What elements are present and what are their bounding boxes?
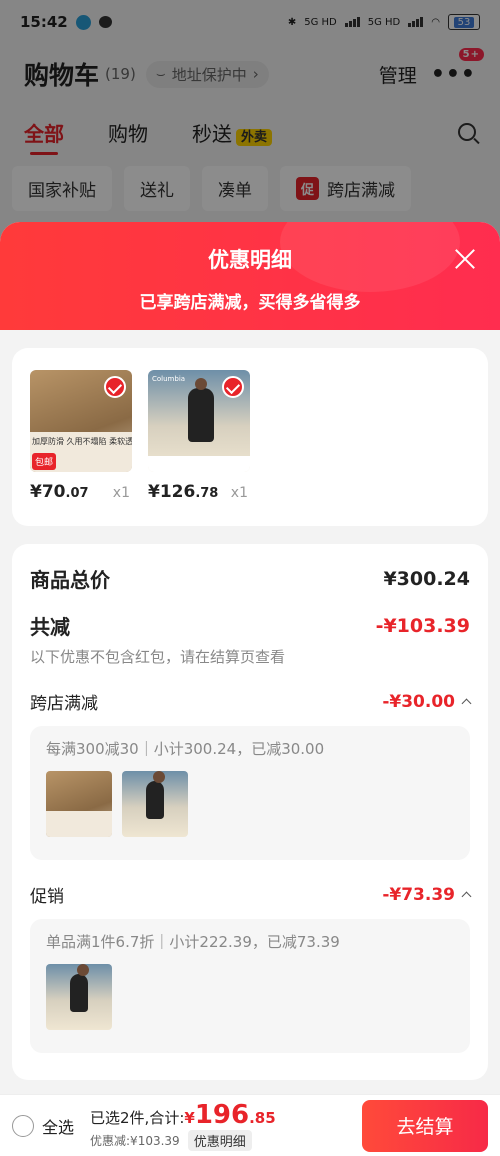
- reduce-value: -¥103.39: [375, 614, 470, 637]
- product-qty: x1: [112, 485, 130, 501]
- reduce-row: 共减 -¥103.39: [30, 611, 470, 640]
- cross-store-row[interactable]: 跨店满减 -¥30.00: [30, 689, 472, 714]
- promo-detail: 单品满1件6.7折｜小计222.39，已减73.39: [30, 919, 470, 1053]
- close-icon[interactable]: [454, 248, 476, 270]
- sheet-subtitle: 已享跨店满减，买得多省得多: [139, 293, 361, 313]
- chevron-up-icon: [461, 698, 472, 709]
- cross-store-detail: 每满300减30｜小计300.24，已减30.00: [30, 726, 470, 860]
- discount-text: 优惠减:¥103.39: [90, 1134, 180, 1148]
- chevron-up-icon: [461, 891, 472, 902]
- select-all-label[interactable]: 全选: [42, 1114, 74, 1138]
- brand-logo: Columbia: [152, 375, 186, 383]
- promo-value: -¥73.39: [382, 884, 455, 905]
- reduce-note: 以下优惠不包含红包，请在结算页查看: [30, 648, 286, 666]
- price-summary-card: 商品总价 ¥300.24 共减 -¥103.39 以下优惠不包含红包，请在结算页…: [12, 544, 488, 1080]
- checkout-button[interactable]: 去结算: [362, 1099, 488, 1152]
- cross-store-detail-text: 每满300减30｜小计300.24，已减30.00: [46, 740, 325, 758]
- product-price: ¥70.07: [30, 482, 89, 502]
- check-icon: [222, 376, 244, 398]
- promo-row[interactable]: 促销 -¥73.39: [30, 882, 472, 907]
- total-label: 商品总价: [30, 568, 110, 592]
- checkout-bar: 全选 已选2件,合计: ¥ 196 .85 优惠减:¥103.39 优惠明细 去…: [0, 1094, 500, 1156]
- promo-detail-text: 单品满1件6.7折｜小计222.39，已减73.39: [46, 933, 340, 951]
- cross-store-label: 跨店满减: [30, 694, 98, 714]
- check-icon: [104, 376, 126, 398]
- cross-store-value: -¥30.00: [382, 691, 455, 712]
- mini-product-image: [122, 771, 188, 837]
- total-amount: 196: [194, 1100, 250, 1130]
- mini-product-image: [46, 964, 112, 1030]
- selected-text: 已选2件,合计:: [90, 1109, 185, 1127]
- discount-detail-sheet: 优惠明细 已享跨店满减，买得多省得多 加厚防滑 久用不塌陷 柔软透气 包邮 ¥7…: [0, 222, 500, 1156]
- discount-detail-button[interactable]: 优惠明细: [187, 1130, 252, 1151]
- sheet-header: 优惠明细 已享跨店满减，买得多省得多: [0, 222, 500, 330]
- reduce-label: 共减: [30, 615, 70, 639]
- mini-product-image: [46, 771, 112, 837]
- product-item[interactable]: Columbia ¥126.78 x1: [148, 370, 252, 504]
- product-image-mat: 加厚防滑 久用不塌陷 柔软透气 包邮: [30, 370, 132, 472]
- free-shipping-badge: 包邮: [32, 453, 57, 470]
- product-item[interactable]: 加厚防滑 久用不塌陷 柔软透气 包邮 ¥70.07 x1: [30, 370, 134, 504]
- select-all-radio[interactable]: [12, 1114, 34, 1137]
- product-card: 加厚防滑 久用不塌陷 柔软透气 包邮 ¥70.07 x1 Columbia ¥1…: [12, 348, 488, 526]
- product-image-apparel: Columbia: [148, 370, 250, 472]
- product-qty: x1: [230, 485, 248, 501]
- total-value: ¥300.24: [383, 567, 470, 590]
- sheet-title: 优惠明细: [208, 248, 292, 272]
- promo-label: 促销: [30, 887, 64, 907]
- total-row: 商品总价 ¥300.24: [30, 564, 470, 593]
- modal-overlay[interactable]: [0, 0, 500, 260]
- product-price: ¥126.78: [148, 482, 219, 502]
- totals: 已选2件,合计: ¥ 196 .85 优惠减:¥103.39 优惠明细: [90, 1100, 276, 1151]
